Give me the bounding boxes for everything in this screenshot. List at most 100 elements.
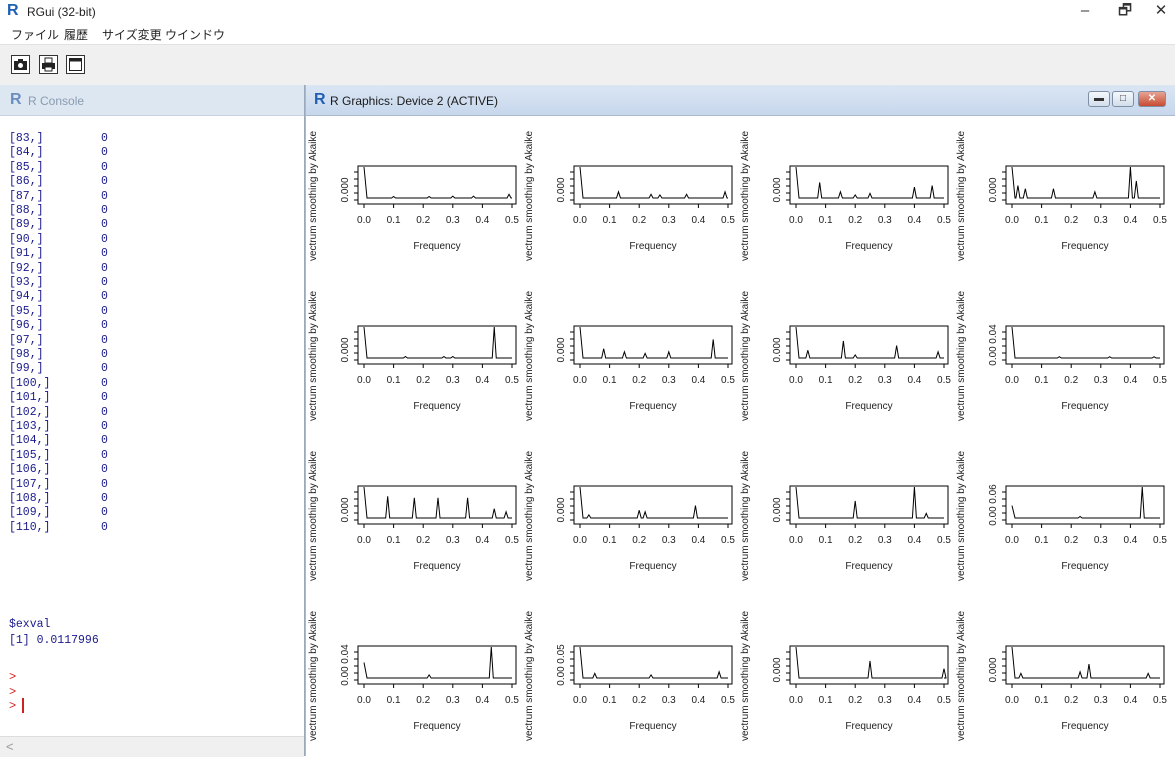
row-value: 0 (101, 405, 108, 419)
x-tick-label: 0.0 (573, 535, 587, 546)
x-tick-label: 0.1 (387, 695, 401, 706)
x-tick-label: 0.1 (603, 535, 617, 546)
y-axis-label: vectrum smoothing by Akaike (308, 131, 319, 261)
x-tick-label: 0.0 (1005, 535, 1019, 546)
row-index: [107,] (9, 477, 51, 491)
x-tick-label: 0.3 (878, 535, 892, 546)
x-tick-label: 0.1 (603, 695, 617, 706)
row-index: [87,] (9, 189, 44, 203)
r-logo-icon: R (314, 91, 326, 108)
row-index: [91,] (9, 247, 44, 261)
row-index: [83,] (9, 132, 44, 145)
row-value: 0 (101, 175, 108, 189)
row-value: 0 (101, 204, 108, 217)
menu-window[interactable]: ウインドウ (165, 26, 225, 43)
x-tick-label: 0.0 (789, 535, 803, 546)
x-tick-label: 0.4 (475, 215, 489, 226)
row-value: 0 (101, 232, 108, 246)
app-title: RGui (32-bit) (27, 5, 96, 19)
x-tick-label: 0.3 (662, 535, 676, 546)
minimize-button[interactable]: – (1070, 2, 1100, 20)
y-axis-label: vectrum smoothing by Akaike (308, 451, 319, 581)
x-tick-label: 0.3 (1094, 695, 1108, 706)
x-tick-label: 0.5 (505, 535, 519, 546)
spectrum-plot-grid: vectrum smoothing by Akaike 0.000 0.0 0.1 0.… (308, 131, 1167, 741)
y-axis-label: vectrum smoothing by Akaike (308, 611, 319, 741)
y-tick-label: 0.000 (772, 337, 783, 362)
y-axis-label: vectrum smoothing by Akaike (956, 451, 967, 581)
row-index: [105,] (9, 448, 51, 462)
row-value: 0 (101, 319, 108, 333)
x-axis-label: Frequency (845, 401, 892, 412)
x-tick-label: 0.2 (1064, 535, 1078, 546)
x-axis-label: Frequency (1061, 721, 1108, 732)
y-tick-label: 0.04 (340, 644, 351, 664)
y-axis-label: vectrum smoothing by Akaike (740, 131, 751, 261)
row-index: [94,] (9, 290, 44, 304)
row-value: 0 (101, 420, 108, 433)
x-tick-label: 0.0 (573, 695, 587, 706)
x-tick-label: 0.0 (1005, 695, 1019, 706)
y-axis-label: vectrum smoothing by Akaike (740, 291, 751, 421)
x-tick-label: 0.3 (878, 215, 892, 226)
x-tick-label: 0.1 (603, 215, 617, 226)
x-tick-label: 0.0 (357, 215, 371, 226)
row-value: 0 (101, 463, 108, 477)
console-titlebar[interactable]: R R Console (0, 85, 304, 116)
x-axis-label: Frequency (413, 561, 460, 572)
y-tick-label: 0.000 (556, 177, 567, 202)
x-tick-label: 0.5 (937, 215, 951, 226)
graphics-minimize-button[interactable]: ▬ (1088, 91, 1110, 107)
x-tick-label: 0.5 (1153, 215, 1167, 226)
row-value: 0 (101, 506, 108, 520)
row-value: 0 (101, 160, 108, 174)
r-console-window[interactable]: R R Console [83,] 0 [84,] 0 [85,] 0 [86,] 0 [87,… (0, 85, 305, 757)
exval-value: [1] 0.0117996 (9, 634, 99, 647)
x-axis-label: Frequency (845, 721, 892, 732)
x-axis-label: Frequency (413, 401, 460, 412)
camera-icon[interactable] (11, 55, 30, 74)
r-graphics-window[interactable]: R R Graphics: Device 2 (ACTIVE) ▬ □ ✕ ve… (306, 85, 1175, 756)
graphics-maximize-button[interactable]: □ (1112, 91, 1134, 107)
window-icon[interactable] (66, 55, 85, 74)
row-value: 0 (101, 362, 108, 376)
row-index: [96,] (9, 319, 44, 333)
y-tick-label: 0.000 (340, 337, 351, 362)
x-tick-label: 0.0 (1005, 375, 1019, 386)
row-value: 0 (101, 304, 108, 318)
row-index: [108,] (9, 492, 51, 505)
row-value: 0 (101, 477, 108, 491)
row-value: 0 (101, 376, 108, 390)
print-icon[interactable] (39, 55, 58, 74)
console-prompt[interactable]: > (9, 699, 16, 713)
x-tick-label: 0.3 (446, 215, 460, 226)
x-tick-label: 0.0 (789, 215, 803, 226)
row-value: 0 (101, 434, 108, 448)
row-index: [102,] (9, 405, 51, 419)
x-tick-label: 0.2 (848, 535, 862, 546)
x-axis-label: Frequency (845, 241, 892, 252)
x-tick-label: 0.3 (878, 375, 892, 386)
x-tick-label: 0.4 (1123, 375, 1137, 386)
x-axis-label: Frequency (845, 561, 892, 572)
menu-resize[interactable]: サイズ変更 (102, 26, 162, 43)
x-tick-label: 0.1 (819, 535, 833, 546)
row-value: 0 (101, 448, 108, 462)
console-horizontal-scrollbar[interactable]: < (0, 736, 304, 757)
scroll-left-icon[interactable]: < (6, 739, 14, 754)
x-tick-label: 0.3 (1094, 535, 1108, 546)
graphics-close-button[interactable]: ✕ (1138, 91, 1166, 107)
graphics-title: R Graphics: Device 2 (ACTIVE) (330, 94, 499, 108)
x-tick-label: 0.2 (632, 695, 646, 706)
row-index: [101,] (9, 391, 51, 405)
row-index: [84,] (9, 146, 44, 160)
graphics-titlebar[interactable]: R R Graphics: Device 2 (ACTIVE) ▬ □ ✕ (306, 85, 1175, 116)
menu-file[interactable]: ファイル (11, 26, 59, 43)
console-output[interactable]: [83,] 0 [84,] 0 [85,] 0 [86,] 0 [87,] 0 [88,] 0 [89,… (0, 116, 304, 736)
x-tick-label: 0.4 (1123, 215, 1137, 226)
y-axis-label: vectrum smoothing by Akaike (740, 611, 751, 741)
menu-history[interactable]: 履歴 (64, 26, 88, 43)
restore-button[interactable]: 🗗 (1110, 2, 1140, 20)
x-tick-label: 0.4 (907, 695, 921, 706)
close-button[interactable]: ✕ (1146, 2, 1175, 20)
